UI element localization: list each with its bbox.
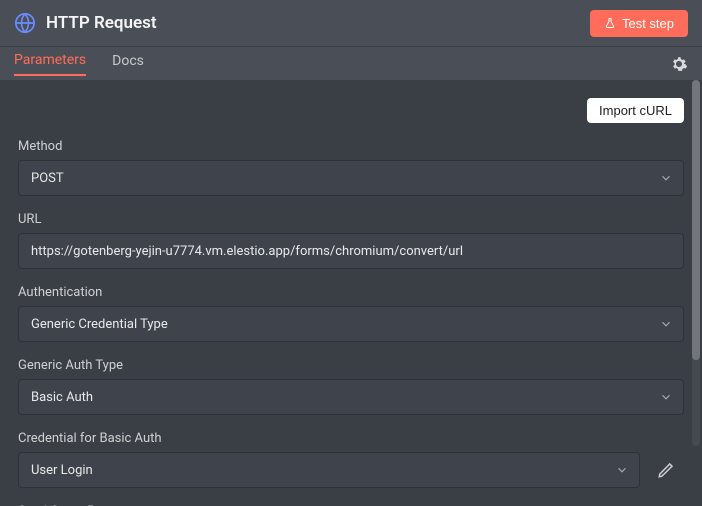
chevron-down-icon bbox=[659, 317, 673, 331]
tab-docs[interactable]: Docs bbox=[112, 53, 144, 75]
method-value: POST bbox=[31, 171, 64, 186]
url-value: https://gotenberg-yejin-u7774.vm.elestio… bbox=[31, 244, 463, 259]
chevron-down-icon bbox=[615, 463, 629, 477]
pencil-icon[interactable] bbox=[648, 452, 684, 488]
import-curl-button[interactable]: Import cURL bbox=[587, 98, 684, 123]
scrollbar-thumb[interactable] bbox=[692, 80, 700, 360]
credential-select[interactable]: User Login bbox=[18, 452, 640, 488]
url-label: URL bbox=[18, 212, 684, 227]
chevron-down-icon bbox=[659, 390, 673, 404]
gear-icon[interactable] bbox=[670, 55, 688, 73]
chevron-down-icon bbox=[659, 171, 673, 185]
test-step-button[interactable]: Test step bbox=[590, 10, 688, 37]
credential-value: User Login bbox=[31, 463, 93, 478]
page-title: HTTP Request bbox=[46, 13, 590, 33]
field-credential: Credential for Basic Auth User Login bbox=[18, 431, 684, 488]
method-select[interactable]: POST bbox=[18, 160, 684, 196]
tab-bar: Parameters Docs bbox=[0, 46, 702, 80]
flask-icon bbox=[604, 17, 616, 29]
generic-auth-type-value: Basic Auth bbox=[31, 390, 93, 405]
field-authentication: Authentication Generic Credential Type bbox=[18, 285, 684, 342]
authentication-select[interactable]: Generic Credential Type bbox=[18, 306, 684, 342]
parameters-panel: Import cURL Method POST URL https://gote… bbox=[0, 80, 702, 506]
method-label: Method bbox=[18, 139, 684, 154]
generic-auth-type-select[interactable]: Basic Auth bbox=[18, 379, 684, 415]
test-step-label: Test step bbox=[622, 16, 674, 31]
authentication-label: Authentication bbox=[18, 285, 684, 300]
authentication-value: Generic Credential Type bbox=[31, 317, 168, 332]
tab-parameters[interactable]: Parameters bbox=[14, 52, 86, 76]
globe-icon bbox=[14, 12, 36, 34]
field-url: URL https://gotenberg-yejin-u7774.vm.ele… bbox=[18, 212, 684, 269]
url-input[interactable]: https://gotenberg-yejin-u7774.vm.elestio… bbox=[18, 233, 684, 269]
credential-label: Credential for Basic Auth bbox=[18, 431, 684, 446]
header-bar: HTTP Request Test step bbox=[0, 0, 702, 46]
field-method: Method POST bbox=[18, 139, 684, 196]
field-generic-auth-type: Generic Auth Type Basic Auth bbox=[18, 358, 684, 415]
generic-auth-type-label: Generic Auth Type bbox=[18, 358, 684, 373]
